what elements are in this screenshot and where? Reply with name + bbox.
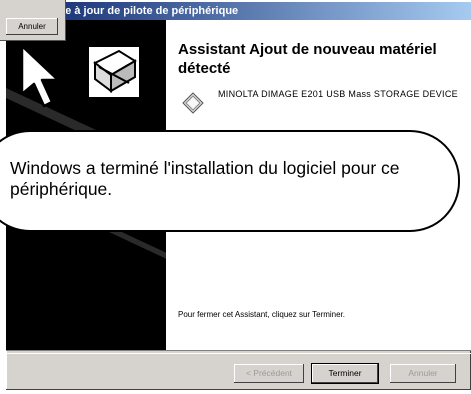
button-separator — [6, 350, 471, 354]
zoomed-button-panel: Annuler — [0, 0, 66, 41]
device-diamond-icon — [182, 92, 204, 114]
device-name: MINOLTA DIMAGE E201 USB Mass STORAGE DEV… — [218, 89, 458, 99]
window-title: ise à jour de pilote de périphérique — [6, 2, 471, 20]
mouse-pointer-icon — [20, 44, 60, 108]
zoomed-cancel-button[interactable]: Annuler — [6, 18, 58, 35]
footer-instruction: Pour fermer cet Assistant, cliquez sur T… — [178, 310, 346, 319]
back-button[interactable]: < Précédent — [234, 364, 304, 383]
hardware-wizard-icon — [86, 44, 142, 100]
wizard-heading: Assistant Ajout de nouveau matériel déte… — [178, 41, 437, 77]
cancel-button[interactable]: Annuler — [390, 364, 456, 383]
finish-button[interactable]: Terminer — [311, 363, 379, 384]
callout-bubble: Windows a terminé l'installation du logi… — [0, 130, 460, 232]
